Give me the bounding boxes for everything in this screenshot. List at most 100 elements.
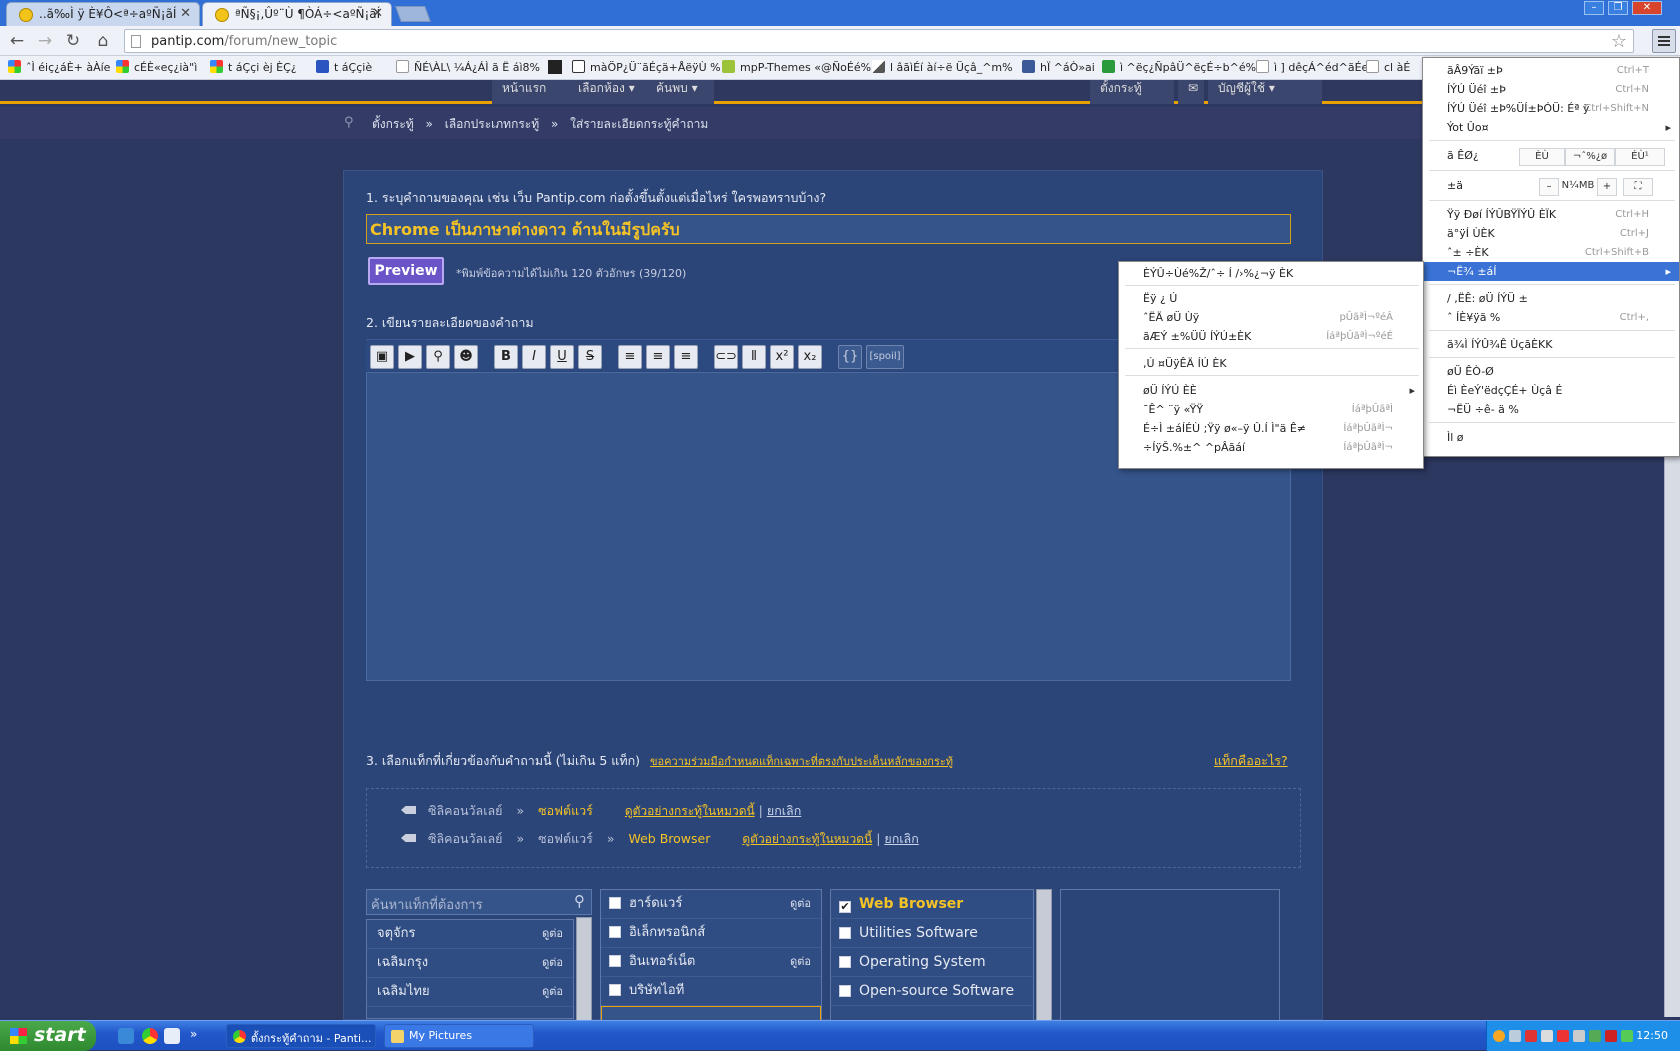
checkbox[interactable] [609,926,621,938]
subscript-button[interactable]: x₂ [798,345,822,369]
submenu-item[interactable]: ãÆÝ ±%ÜÜ ÍÝÚ±ÈK ÍáªþÛãªÌ¬ºéÉ [1119,327,1423,346]
checkbox[interactable] [839,927,851,939]
menu-item[interactable]: ä°ÿÍ ÙÈK Ctrl+J [1423,224,1679,243]
quicklaunch-icon[interactable] [118,1028,134,1044]
bookmark-star-icon[interactable]: ☆ [1611,31,1627,52]
align-right-icon[interactable]: ≡ [674,345,698,369]
bookmark-item[interactable]: ì ^ëç¿ÑpâÜ^ëçÉ÷b^é% [1102,60,1256,74]
link-icon[interactable]: ⊂⊃ [714,345,738,369]
mail-icon[interactable]: ✉ [1178,80,1204,104]
tag-option[interactable]: เฉลิมไทย ดูต่อ [367,978,573,1007]
menu-item[interactable]: ÍÝÚ Üéî ±Þ%ÜÍ±ÞÓÜ: Éª ÿ Ctrl+Shift+N [1423,99,1679,118]
tag-guideline-link[interactable]: ขอความร่วมมือกำหนดแท็กเฉพาะที่ตรงกับประเ… [650,755,953,768]
submenu-item[interactable]: ÈÝÛ÷Ùé%Ž/ˆ÷ Í /›%¿¬ÿ ÈK [1119,264,1423,283]
forward-arrow-icon[interactable]: → [34,30,56,52]
menu-item[interactable]: Ÿÿ Ðøí ÍÝÛBŸÏÝÛ ÈÏK Ctrl+H [1423,205,1679,224]
show-desktop-icon[interactable] [164,1028,180,1044]
bookmark-item[interactable]: ì ] dêçÁ^éd^ãÉe [1256,60,1368,74]
tag-option[interactable]: Open-source Software [831,977,1033,1006]
topic-title-input[interactable]: Chrome เป็นภาษาต่างดาว ด้านในมีรูปครับ [366,214,1291,244]
insert-map-icon[interactable]: ⚲ [426,345,450,369]
reload-icon[interactable]: ↻ [62,30,84,52]
tray-icon[interactable] [1493,1030,1505,1042]
menu-item[interactable]: ã¾Ì ÍÝÛ¾Ê ÙçãÈKK [1423,335,1679,354]
separator-icon[interactable]: ⦀ [742,345,766,369]
nav-new-topic[interactable]: ตั้งกระทู้ [1090,80,1174,104]
bookmark-item[interactable]: t áÇçi èj ÈÇ¿ [210,60,297,74]
tab-1[interactable]: ..ã‰Ì ÿ È¥Ô<ª÷aºÑ¡ãÍ ✕ [6,2,200,26]
tray-icon[interactable] [1509,1030,1521,1042]
spoil-button[interactable]: [spoil] [866,345,904,369]
taskbar-task-folder[interactable]: My Pictures [384,1024,534,1048]
bookmark-icon[interactable] [548,60,562,74]
tag-option[interactable]: ✔ Web Browser [831,890,1033,919]
submenu-item[interactable]: ¯Ê^ ¨ÿ «ŸŸ ÍáªþÛãªÌ [1119,400,1423,419]
tag-option[interactable]: อิเล็กทรอนิกส์ [601,919,821,948]
strike-button[interactable]: S [578,345,602,369]
zoom-out-button[interactable]: – [1539,178,1559,196]
taskbar-task-chrome[interactable]: ตั้งกระทู้คำถาม - Panti... [226,1024,376,1048]
bold-button[interactable]: B [494,345,518,369]
volume-icon[interactable] [1541,1030,1553,1042]
view-examples-link[interactable]: ดูตัวอย่างกระทู้ในหมวดนี้ [625,804,755,818]
close-window-button[interactable]: ✕ [1632,1,1662,15]
tag-option[interactable]: บริษัทไอที [601,977,821,1006]
zoom-in-button[interactable]: + [1597,178,1617,196]
submenu-item[interactable]: ,Ú ¤ÜÿÊÄ ÍÚ ÈK [1119,354,1423,373]
fullscreen-icon[interactable]: ⛶ [1623,178,1653,196]
tag-option[interactable]: อินเทอร์เน็ต ดูต่อ [601,948,821,977]
close-tab-icon[interactable]: ✕ [180,6,191,21]
tray-icon[interactable] [1589,1030,1601,1042]
bookmark-item[interactable]: màÖP¿Ü¨ãÉçä+ÅëÿÙ % [572,60,721,74]
bookmark-item[interactable]: hÏ ^áÒ»ai [1022,60,1095,74]
tray-icon[interactable] [1525,1030,1537,1042]
bookmark-item[interactable]: mpP-Themes «@ÑoÉé% [722,60,871,74]
superscript-button[interactable]: x² [770,345,794,369]
bookmark-item[interactable]: l âãìÉí àí÷ë Üçâ_^m% [872,60,1013,74]
menu-item[interactable]: øÜ ÊÒ-Ø [1423,362,1679,381]
start-button[interactable]: start [0,1021,96,1051]
checked-checkbox-icon[interactable]: ✔ [839,901,851,913]
submenu-item[interactable]: øÜ ÍÝÚ ÈÈ ▸ [1119,381,1423,400]
bookmark-item[interactable]: ÑÉ\ÀL\ ¼Á¿ÁÌ ã Ë áì8% [396,60,540,74]
checkbox[interactable] [839,985,851,997]
insert-emoticon-icon[interactable]: ☻ [454,345,478,369]
cancel-tag-link[interactable]: ยกเลิก [767,803,801,818]
tab-2[interactable]: ªÑ§¡,Ûº¨Ù ¶ÒÁ÷<aºÑ¡ãÍ ✕ [202,2,392,26]
submenu-item[interactable]: Ëÿ ¿ Ú [1119,289,1423,308]
tag-option[interactable]: Utilities Software [831,919,1033,948]
submenu-item[interactable]: ˆËÄ øÜ Ùÿ pÛãªÌ¬ºéÂ [1119,308,1423,327]
tag-column-1-scrollbar[interactable] [576,917,592,1021]
checkbox[interactable] [609,955,621,967]
insert-image-icon[interactable]: ▣ [370,345,394,369]
chrome-menu-button[interactable] [1652,29,1676,53]
home-icon[interactable]: ⌂ [92,30,114,52]
address-bar[interactable]: pantip.com/forum/new_topic ☆ [124,29,1634,53]
tray-icon[interactable] [1621,1030,1633,1042]
nav-home[interactable]: หน้าแรก [492,80,568,104]
align-center-icon[interactable]: ≡ [646,345,670,369]
what-is-tag-link[interactable]: แท็กคืออะไร? [1214,751,1288,771]
underline-button[interactable]: U [550,345,574,369]
nav-rooms[interactable]: เลือกห้อง ▾ [568,80,646,104]
tag-option-selected[interactable] [601,1006,821,1020]
menu-item[interactable]: ÍÝÚ Üéî ±Þ Ctrl+N [1423,80,1679,99]
cut-button[interactable]: ÈÙ [1519,148,1565,166]
close-tab-icon[interactable]: ✕ [372,6,383,21]
menu-item-tools-selected[interactable]: ¬Ë¾ ±áÍ ▸ [1423,262,1679,281]
nav-discover[interactable]: ค้นพบ ▾ [646,80,714,104]
tray-icon[interactable] [1557,1030,1569,1042]
tag-option[interactable]: จตุจักร ดูต่อ [367,920,573,949]
minimize-button[interactable]: – [1584,1,1604,15]
cancel-tag-link[interactable]: ยกเลิก [884,831,918,846]
nav-account[interactable]: บัญชีผู้ใช้ ▾ [1208,80,1322,104]
submenu-item[interactable]: É÷Ì ±áÍÉÙ ;Ÿÿ ø«–ÿ Û.Í Ì"ä Ê≠ ÍáªþÛãªÌ¬ [1119,419,1423,438]
checkbox[interactable] [609,984,621,996]
bookmark-item[interactable]: cl àÉ [1366,60,1410,74]
tag-search-input[interactable]: ค้นหาแท็กที่ต้องการ ⚲ [366,889,592,915]
restore-button[interactable]: ❐ [1608,1,1628,15]
align-left-icon[interactable]: ≡ [618,345,642,369]
bookmark-item[interactable]: cÉÈ«eç¿ià"ì [116,60,197,74]
crumb-select-type[interactable]: เลือกประเภทกระทู้ [445,117,539,131]
tag-column-3-scrollbar[interactable] [1036,889,1052,1021]
